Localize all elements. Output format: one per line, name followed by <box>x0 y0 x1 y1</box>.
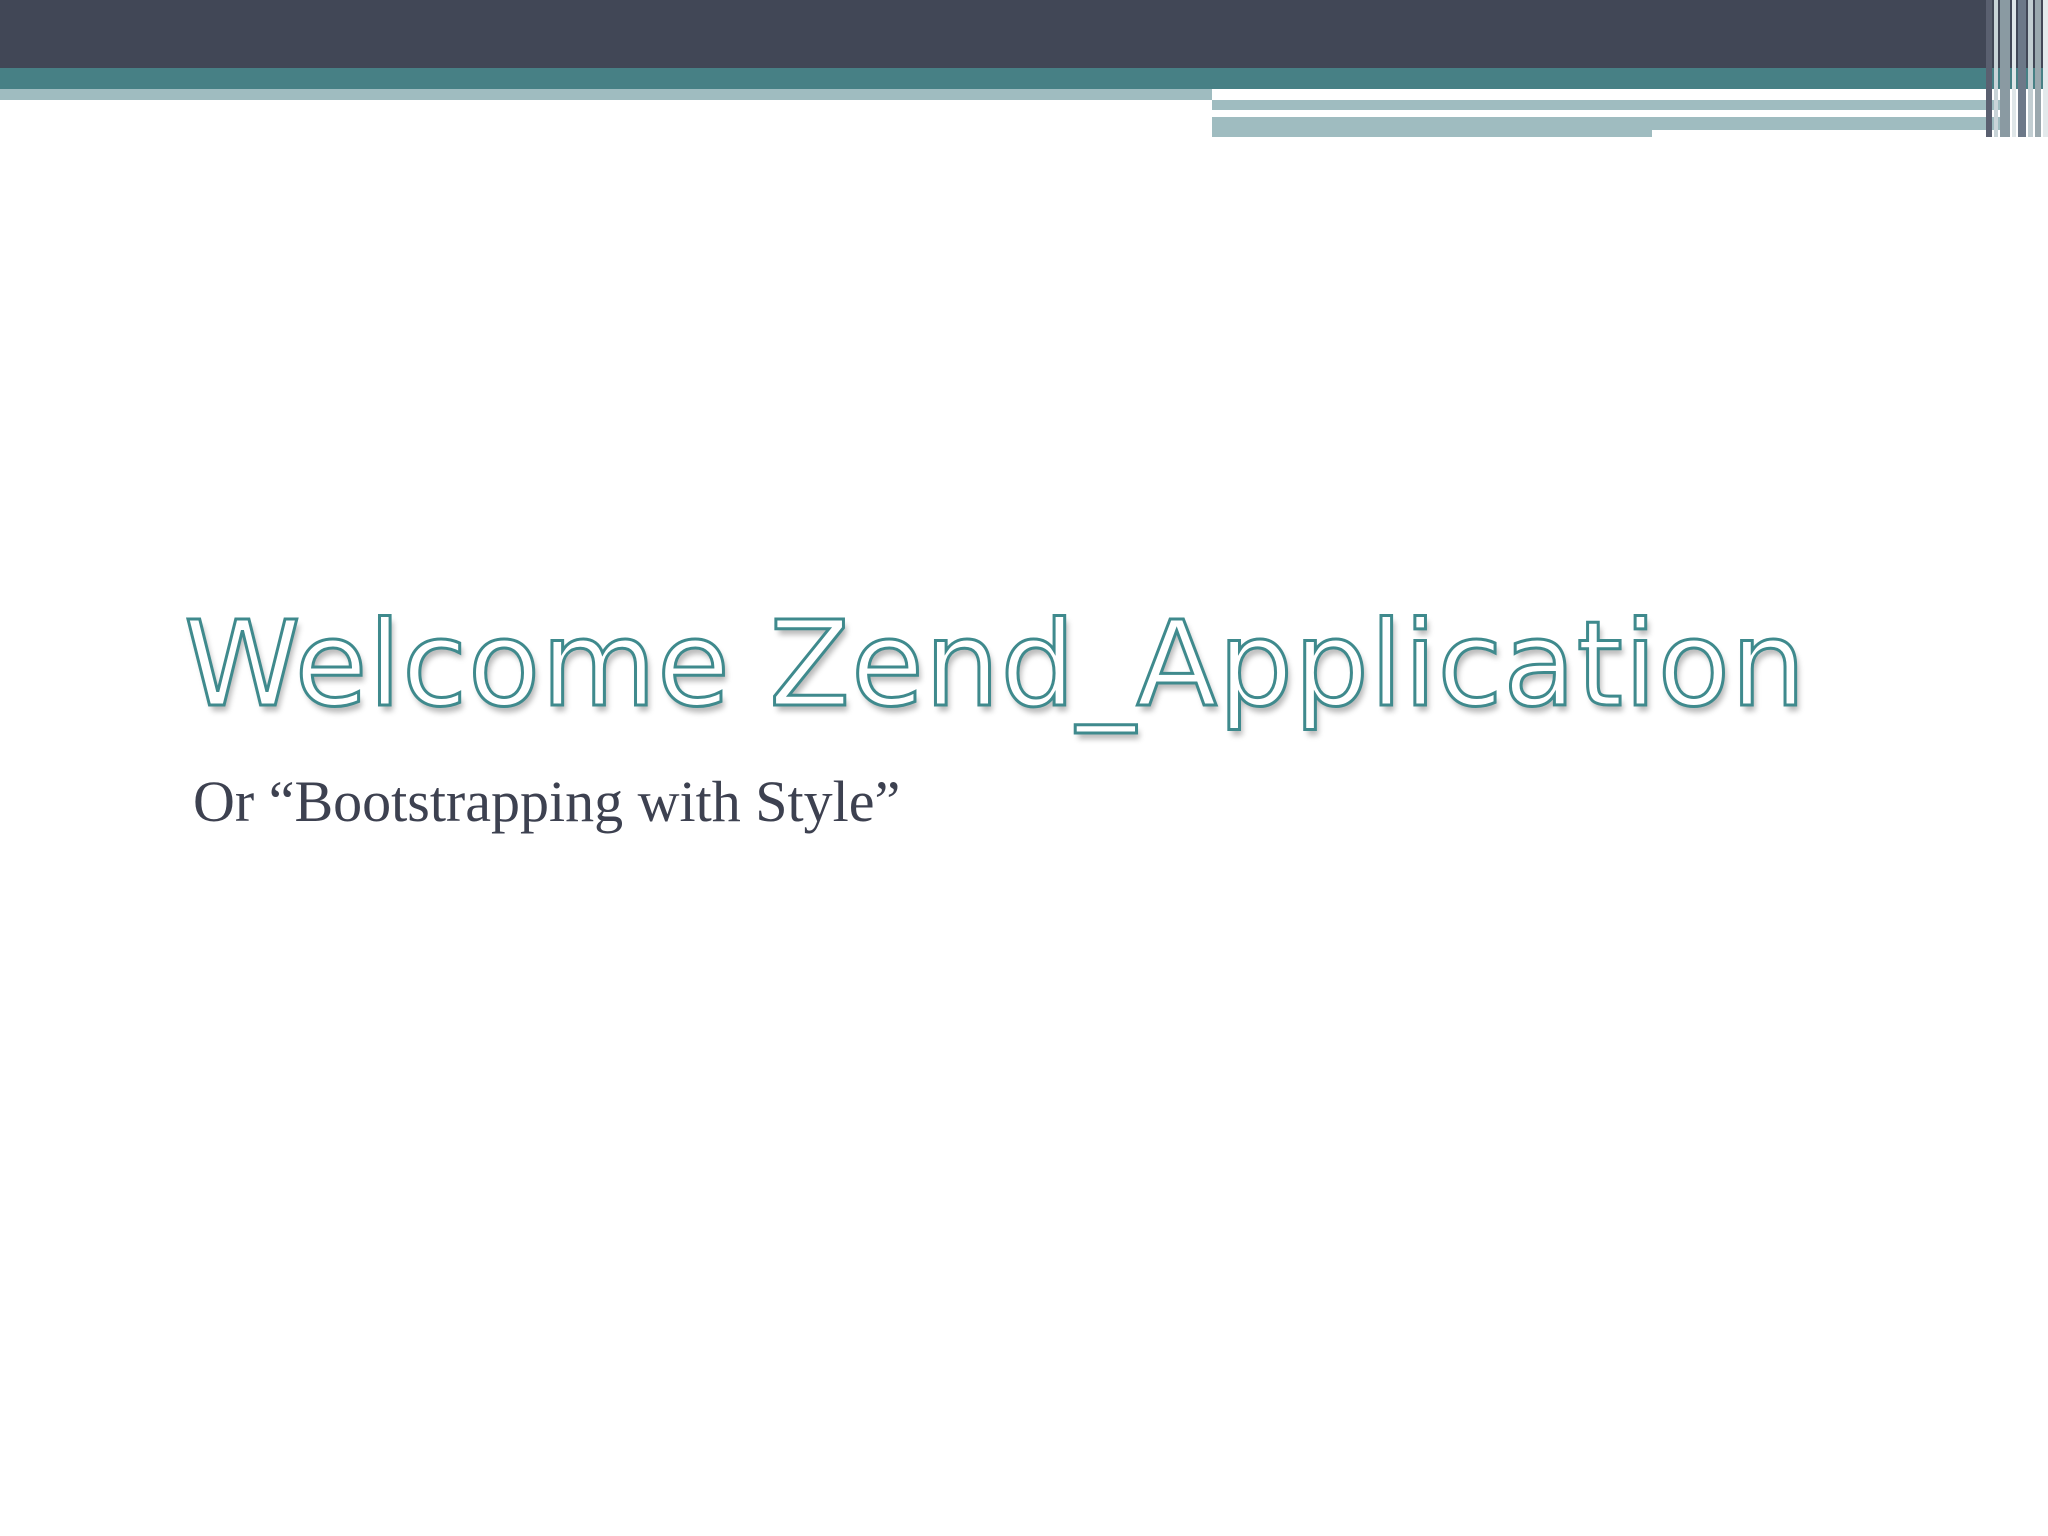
slide-subtitle: Or “Bootstrapping with Style” <box>193 769 901 834</box>
slide: Welcome Zend_Application Or “Bootstrappi… <box>0 0 2048 1536</box>
header-light-bar-lower <box>1212 117 1652 137</box>
slide-title: Welcome Zend_Application <box>183 595 1808 733</box>
header-light-bar-left <box>0 89 1212 100</box>
corner-stripes <box>1986 0 2048 137</box>
header-light-bar-right <box>1212 100 2010 110</box>
header-white-line <box>1212 110 1897 117</box>
header-light-bar-lower-right <box>1652 117 2010 130</box>
header-dark-bar <box>0 0 2048 68</box>
header-teal-bar <box>0 68 2048 89</box>
